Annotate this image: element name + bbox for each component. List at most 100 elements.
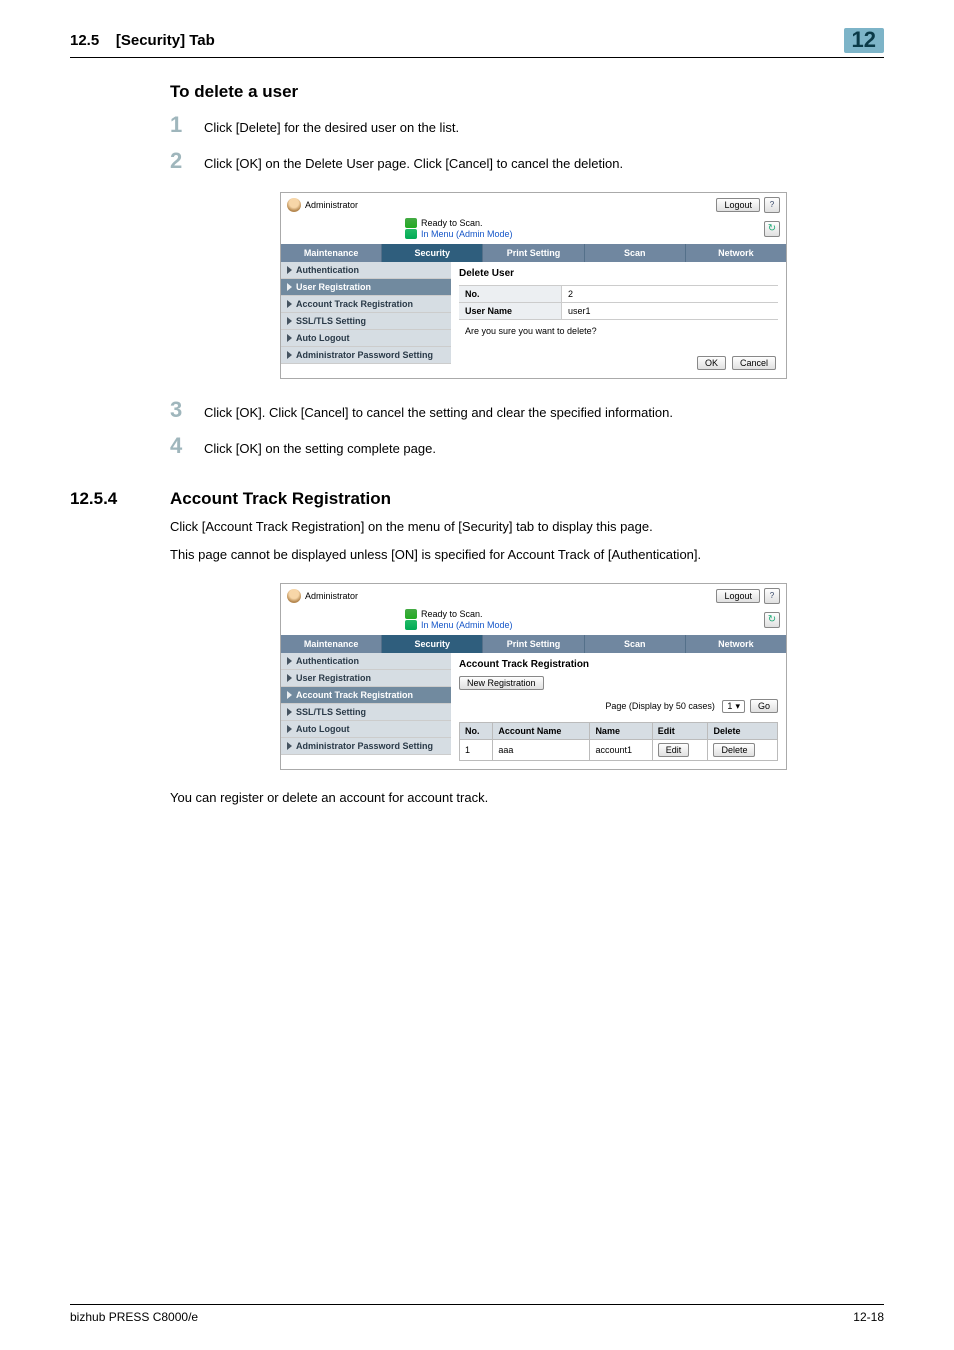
sidebar-item-label: Auto Logout bbox=[296, 724, 349, 734]
sidebar-item-label: SSL/TLS Setting bbox=[296, 316, 366, 326]
step-number-2: 2 bbox=[170, 148, 204, 174]
sidebar-item-ssl-tls[interactable]: SSL/TLS Setting bbox=[281, 313, 451, 330]
status-ready: Ready to Scan. bbox=[421, 218, 483, 228]
cell-no: 1 bbox=[460, 740, 493, 761]
step-text-2: Click [OK] on the Delete User page. Clic… bbox=[204, 154, 623, 174]
tab-security[interactable]: Security bbox=[382, 635, 483, 653]
section-b-para-2: This page cannot be displayed unless [ON… bbox=[170, 545, 884, 565]
sidebar-item-account-track-registration[interactable]: Account Track Registration bbox=[281, 687, 451, 704]
delete-button[interactable]: Delete bbox=[713, 743, 755, 757]
refresh-button[interactable]: ↻ bbox=[764, 221, 780, 237]
avatar-icon bbox=[287, 198, 301, 212]
page-select[interactable]: 1 ▾ bbox=[722, 700, 745, 713]
cell-account-name: aaa bbox=[493, 740, 590, 761]
footer-product: bizhub PRESS C8000/e bbox=[70, 1310, 198, 1324]
chevron-right-icon bbox=[287, 691, 292, 699]
chevron-right-icon bbox=[287, 266, 292, 274]
chevron-right-icon bbox=[287, 708, 292, 716]
tab-scan[interactable]: Scan bbox=[585, 635, 686, 653]
status-mode-icon bbox=[405, 229, 417, 239]
col-account-name: Account Name bbox=[493, 723, 590, 740]
cancel-button[interactable]: Cancel bbox=[732, 356, 776, 370]
tab-print-setting[interactable]: Print Setting bbox=[483, 244, 584, 262]
sidebar-item-ssl-tls[interactable]: SSL/TLS Setting bbox=[281, 704, 451, 721]
chevron-right-icon bbox=[287, 725, 292, 733]
sidebar-item-authentication[interactable]: Authentication bbox=[281, 262, 451, 279]
logout-button[interactable]: Logout bbox=[716, 589, 760, 603]
field-value-no: 2 bbox=[562, 286, 778, 302]
sidebar-item-label: Administrator Password Setting bbox=[296, 350, 433, 360]
field-label-username: User Name bbox=[459, 303, 562, 319]
chapter-number-badge: 12 bbox=[844, 28, 884, 53]
table-header-row: No. Account Name Name Edit Delete bbox=[460, 723, 778, 740]
field-label-no: No. bbox=[459, 286, 562, 302]
new-registration-button[interactable]: New Registration bbox=[459, 676, 544, 690]
sidebar-item-account-track-registration[interactable]: Account Track Registration bbox=[281, 296, 451, 313]
refresh-button[interactable]: ↻ bbox=[764, 612, 780, 628]
sidebar-item-admin-pw[interactable]: Administrator Password Setting bbox=[281, 347, 451, 364]
status-mode: In Menu (Admin Mode) bbox=[421, 229, 513, 239]
role-label: Administrator bbox=[305, 200, 358, 210]
help-button[interactable]: ? bbox=[764, 197, 780, 213]
chevron-right-icon bbox=[287, 300, 292, 308]
edit-button[interactable]: Edit bbox=[658, 743, 690, 757]
tab-scan[interactable]: Scan bbox=[585, 244, 686, 262]
go-button[interactable]: Go bbox=[750, 699, 778, 713]
col-no: No. bbox=[460, 723, 493, 740]
step-text-4: Click [OK] on the setting complete page. bbox=[204, 439, 436, 459]
subheading-delete-user: To delete a user bbox=[170, 82, 884, 102]
sidebar-item-label: Authentication bbox=[296, 265, 359, 275]
confirm-text: Are you sure you want to delete? bbox=[459, 320, 778, 342]
tab-network[interactable]: Network bbox=[686, 635, 786, 653]
col-edit: Edit bbox=[652, 723, 708, 740]
chevron-right-icon bbox=[287, 657, 292, 665]
status-ready-icon bbox=[405, 218, 417, 228]
section-number-b: 12.5.4 bbox=[70, 489, 170, 509]
page-value: 1 bbox=[727, 701, 732, 711]
help-button[interactable]: ? bbox=[764, 588, 780, 604]
status-mode: In Menu (Admin Mode) bbox=[421, 620, 513, 630]
step-number-1: 1 bbox=[170, 112, 204, 138]
tab-network[interactable]: Network bbox=[686, 244, 786, 262]
sidebar-item-auto-logout[interactable]: Auto Logout bbox=[281, 330, 451, 347]
tab-maintenance[interactable]: Maintenance bbox=[281, 635, 382, 653]
sidebar-item-label: Account Track Registration bbox=[296, 299, 413, 309]
screenshot-delete-user: Administrator Logout ? Ready to Scan. In… bbox=[280, 192, 787, 379]
sidebar-item-user-registration[interactable]: User Registration bbox=[281, 279, 451, 296]
logout-button[interactable]: Logout bbox=[716, 198, 760, 212]
sidebar-item-admin-pw[interactable]: Administrator Password Setting bbox=[281, 738, 451, 755]
chevron-right-icon bbox=[287, 351, 292, 359]
sidebar-item-label: Authentication bbox=[296, 656, 359, 666]
sidebar-item-authentication[interactable]: Authentication bbox=[281, 653, 451, 670]
sidebar-item-user-registration[interactable]: User Registration bbox=[281, 670, 451, 687]
chevron-right-icon bbox=[287, 674, 292, 682]
step-text-3: Click [OK]. Click [Cancel] to cancel the… bbox=[204, 403, 673, 423]
chevron-down-icon: ▾ bbox=[735, 701, 740, 712]
sidebar-item-label: User Registration bbox=[296, 282, 371, 292]
section-number: 12.5 bbox=[70, 32, 99, 49]
pager-label: Page (Display by 50 cases) bbox=[605, 701, 715, 711]
section-title-b: Account Track Registration bbox=[170, 489, 391, 509]
sidebar-item-label: Auto Logout bbox=[296, 333, 349, 343]
tab-print-setting[interactable]: Print Setting bbox=[483, 635, 584, 653]
col-name: Name bbox=[590, 723, 652, 740]
running-header: 12.5 [Security] Tab bbox=[70, 32, 215, 49]
chevron-right-icon bbox=[287, 283, 292, 291]
tab-maintenance[interactable]: Maintenance bbox=[281, 244, 382, 262]
sidebar-item-label: Account Track Registration bbox=[296, 690, 413, 700]
sidebar-item-label: Administrator Password Setting bbox=[296, 741, 433, 751]
cell-name: account1 bbox=[590, 740, 652, 761]
table-row: 1 aaa account1 Edit Delete bbox=[460, 740, 778, 761]
screenshot-account-track: Administrator Logout ? Ready to Scan. In… bbox=[280, 583, 787, 770]
tab-security[interactable]: Security bbox=[382, 244, 483, 262]
role-label: Administrator bbox=[305, 591, 358, 601]
ok-button[interactable]: OK bbox=[697, 356, 726, 370]
section-title: [Security] Tab bbox=[116, 32, 215, 49]
sidebar-item-label: SSL/TLS Setting bbox=[296, 707, 366, 717]
step-text-1: Click [Delete] for the desired user on t… bbox=[204, 118, 459, 138]
status-mode-icon bbox=[405, 620, 417, 630]
chevron-right-icon bbox=[287, 317, 292, 325]
avatar-icon bbox=[287, 589, 301, 603]
sidebar-item-auto-logout[interactable]: Auto Logout bbox=[281, 721, 451, 738]
status-ready-icon bbox=[405, 609, 417, 619]
